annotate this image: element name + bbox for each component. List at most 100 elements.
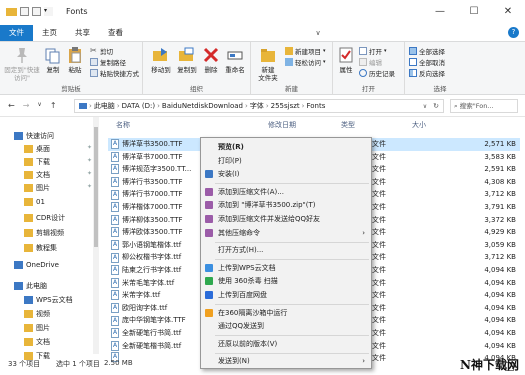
breadcrumb-255sjszt[interactable]: 255sjszt [271,102,300,110]
context-menu-item[interactable]: 通过QQ发送到 [201,320,371,332]
nav-item[interactable]: 文档 [24,170,50,180]
paste-shortcut-button[interactable]: 粘贴快捷方式 [90,68,139,78]
file-name-cell: 郭小语钢笔楷体.ttf [111,239,181,252]
nav-item-label: WPS云文档 [36,296,73,304]
address-bar[interactable]: › 此电脑 › DATA (D:) › BaiduNetdiskDownload… [74,99,444,113]
nav-item[interactable]: 剪辑视频 [24,228,64,238]
cut-button[interactable]: ✂ 剪切 [90,46,113,57]
select-all-button[interactable]: 全部选择 [409,46,445,56]
edit-button[interactable]: 编辑 [359,57,382,67]
nav-scrollbar[interactable] [93,117,99,354]
context-menu-item[interactable]: 打开方式(H)... [201,244,371,256]
nav-item[interactable]: OneDrive [14,261,59,269]
breadcrumb-data-drive[interactable]: DATA (D:) [122,102,155,110]
minimize-button[interactable]: — [423,0,457,22]
new-folder-quick-icon[interactable] [32,7,41,16]
context-menu-item[interactable]: 安装(I) [201,168,371,180]
open-button[interactable]: 打开 ▾ [359,46,387,56]
nav-item[interactable]: CDR设计 [24,213,65,223]
column-size[interactable]: 大小 [412,118,426,133]
copy-to-button[interactable]: 复制到 [175,46,199,74]
pin-quick-access-button[interactable]: 固定到"快速访问" [4,46,40,82]
properties-button[interactable]: 属性 [336,46,356,74]
column-type[interactable]: 类型 [341,118,355,133]
invert-selection-icon [409,69,417,77]
context-menu-item[interactable]: 预览(R) [201,141,371,153]
forward-arrow-icon[interactable]: → [23,101,30,110]
delete-button[interactable]: 删除 [201,46,221,74]
context-menu-item[interactable]: 添加到压缩文件(A)... [201,186,371,198]
font-file-icon [111,239,119,252]
file-name-cell: 全新硬笔楷书简.ttf [111,340,181,352]
tab-file[interactable]: 文件 [0,25,33,41]
breadcrumb-baidu[interactable]: BaiduNetdiskDownload [162,102,243,110]
nav-item[interactable]: 01 [24,198,45,206]
easy-access-button[interactable]: 轻松访问 ▾ [285,57,326,67]
nav-scrollbar-thumb[interactable] [94,127,98,247]
context-menu-item[interactable]: 使用 360杀毒 扫描 [201,275,371,287]
history-button[interactable]: 历史记录 [359,68,395,78]
nav-item[interactable]: 下载 [24,157,50,167]
collapse-ribbon-icon[interactable]: ∨ [315,29,320,37]
nav-item[interactable]: 视频 [24,309,50,319]
properties-quick-icon[interactable] [20,7,29,16]
organize-group: 移动到 复制到 删除 重命名 组织 [143,42,251,95]
recent-dropdown-icon[interactable]: ∨ [37,101,41,110]
up-arrow-icon[interactable]: ↑ [50,101,57,110]
maximize-button[interactable]: ☐ [457,0,491,22]
nav-item[interactable]: 快速访问 [14,131,54,141]
tab-view[interactable]: 查看 [99,25,132,41]
context-menu-item[interactable]: 其他压缩命令 › [201,227,371,239]
ribbon: 固定到"快速访问" 复制 粘贴 ✂ 剪切 复制路径 粘贴快捷方式 剪贴板 移动到 [0,41,525,95]
context-menu-item[interactable]: 上传到WPS云文档 [201,262,371,274]
nav-item[interactable]: 此电脑 [14,281,47,291]
nav-item[interactable]: 桌面 [24,144,50,154]
selected-count: 选中 1 个项目 [56,360,100,368]
folder-icon [24,145,33,153]
folder-icon [6,7,17,16]
nav-item[interactable]: WPS云文档 [24,295,73,305]
file-name-cell: 米芾毛笔字体.ttf [111,277,174,289]
context-menu-item[interactable]: 上传到百度网盘 [201,289,371,301]
column-name[interactable]: 名称 [116,118,130,133]
tab-share[interactable]: 共享 [66,25,99,41]
search-input[interactable]: ⌕ 搜索"Fon... [450,99,518,113]
nav-item[interactable]: 文档 [24,337,50,347]
folder-icon [24,310,33,318]
select-none-button[interactable]: 全部取消 [409,57,445,67]
context-menu-item[interactable]: 打印(P) [201,155,371,167]
new-folder-button[interactable]: 新建 文件夹 [255,46,281,82]
nav-item[interactable]: 教程集 [24,243,57,253]
breadcrumb-this-pc[interactable]: 此电脑 [94,101,115,111]
address-dropdown-icon[interactable]: ∨ [423,103,427,110]
nav-item-label: 剪辑视频 [36,229,64,237]
nav-item[interactable]: 图片 [24,183,50,193]
move-to-button[interactable]: 移动到 [149,46,173,74]
invert-selection-button[interactable]: 反向选择 [409,68,445,78]
file-name-cell: 柳公权楷书字体.ttf [111,251,181,264]
nav-item[interactable]: 图片 [24,323,50,333]
copy-button[interactable]: 复制 [44,46,62,74]
tab-home[interactable]: 主页 [33,25,66,41]
rename-button[interactable]: 重命名 [223,46,247,74]
breadcrumb-fonts[interactable]: Fonts [306,102,325,110]
menu-separator [215,335,369,337]
column-modified[interactable]: 修改日期 [268,118,296,133]
refresh-icon[interactable]: ↻ [433,102,439,110]
help-icon[interactable]: ? [508,27,519,38]
folder-icon [24,324,33,332]
context-menu-item[interactable]: 还原以前的版本(V) [201,338,371,350]
close-button[interactable]: ✕ [491,0,525,22]
context-menu-item[interactable]: 在360隔离沙箱中运行 [201,307,371,319]
paste-button[interactable]: 粘贴 [66,46,84,74]
context-menu-item[interactable]: 添加到 "博洋草书3500.zip"(T) [201,199,371,211]
customize-dropdown-icon[interactable]: ▾ [44,7,53,16]
context-menu-item[interactable]: 添加到压缩文件并发送给QQ好友 [201,213,371,225]
copy-path-button[interactable]: 复制路径 [90,57,126,67]
new-item-button[interactable]: 新建项目 ▾ [285,46,326,56]
breadcrumb-fonts-cn[interactable]: 字体 [250,101,264,111]
context-menu-label: 打开方式(H)... [218,246,264,255]
back-arrow-icon[interactable]: ← [8,101,15,110]
copy-path-icon [90,58,98,66]
paste-icon [69,47,81,63]
